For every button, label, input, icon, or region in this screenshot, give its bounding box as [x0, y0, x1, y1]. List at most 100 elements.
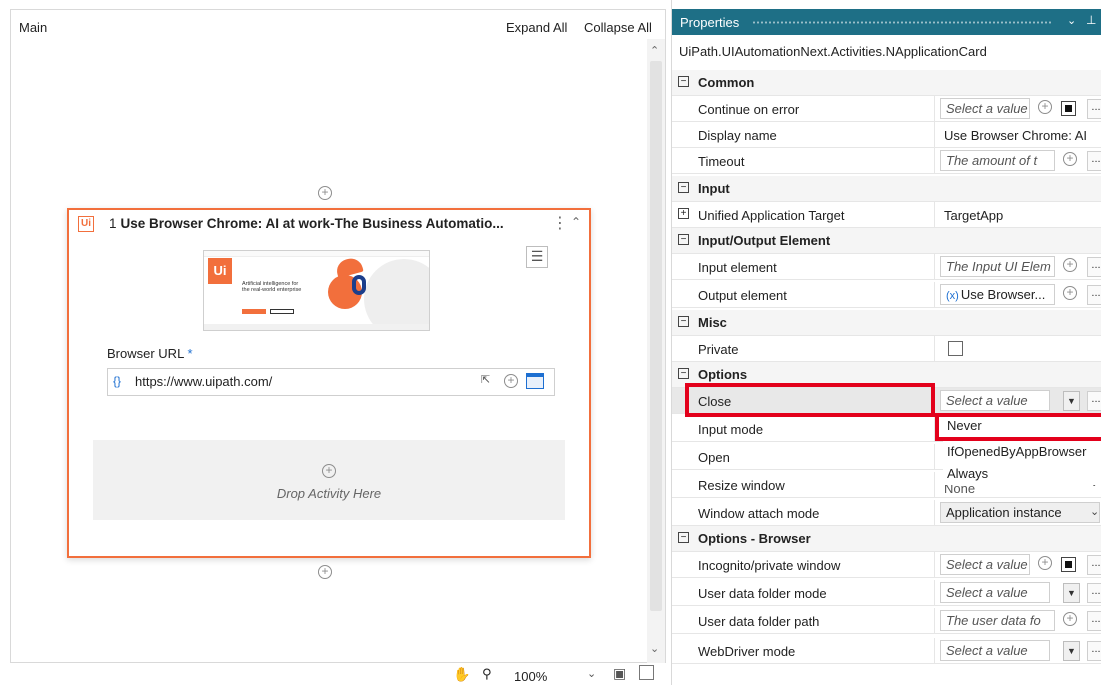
- add-activity-below-icon[interactable]: +: [318, 565, 332, 579]
- collapse-toggle-icon[interactable]: −: [678, 234, 689, 245]
- dropdown-arrow-icon[interactable]: ▼: [1063, 391, 1080, 411]
- add-variable-icon[interactable]: +: [1063, 612, 1077, 626]
- prop-name: Resize window: [698, 478, 785, 493]
- window-attach-mode-select[interactable]: Application instance: [940, 502, 1100, 523]
- prop-row-timeout[interactable]: Timeout The amount of t + ...: [672, 148, 1101, 174]
- collapse-toggle-icon[interactable]: −: [678, 316, 689, 327]
- divider: [934, 472, 935, 498]
- panel-options-icon[interactable]: ⌄: [1067, 14, 1076, 27]
- zoom-dropdown-icon[interactable]: ⌄: [587, 667, 596, 680]
- divider: [934, 122, 935, 148]
- ellipsis-button[interactable]: ...: [1087, 257, 1101, 277]
- user-data-folder-mode-select[interactable]: Select a value: [940, 582, 1050, 603]
- activity-header[interactable]: Ui 1 Use Browser Chrome: AI at work-The B…: [69, 210, 589, 240]
- webdriver-mode-select[interactable]: Select a value: [940, 640, 1050, 661]
- category-options-browser[interactable]: − Options - Browser: [672, 526, 1101, 552]
- activity-title: 1 Use Browser Chrome: AI at work-The Busi…: [109, 216, 504, 231]
- zoom-icon[interactable]: ⚲: [482, 666, 492, 682]
- prop-row-incognito[interactable]: Incognito/private window Select a value …: [672, 552, 1101, 578]
- hamburger-menu-icon[interactable]: ☰: [526, 246, 548, 268]
- timeout-input[interactable]: The amount of t: [940, 150, 1055, 171]
- prop-row-window-attach-mode[interactable]: Window attach mode Application instance …: [672, 500, 1101, 526]
- pin-icon[interactable]: ⊥: [1086, 13, 1096, 27]
- add-variable-icon[interactable]: +: [1038, 100, 1052, 114]
- literal-toggle-checkbox[interactable]: [1061, 101, 1076, 116]
- add-variable-icon[interactable]: +: [504, 374, 518, 388]
- unified-target-value[interactable]: TargetApp: [944, 208, 1101, 223]
- prop-row-continue-on-error[interactable]: Continue on error Select a value + ...: [672, 96, 1101, 122]
- private-checkbox[interactable]: [948, 341, 963, 356]
- ellipsis-button[interactable]: ...: [1087, 583, 1101, 603]
- prop-row-input-element[interactable]: Input element The Input UI Elem + ...: [672, 254, 1101, 280]
- prop-row-private[interactable]: Private: [672, 336, 1101, 362]
- dropdown-option-ifopenedbyappbrowser[interactable]: IfOpenedByAppBrowser: [947, 444, 1086, 459]
- category-label: Misc: [698, 315, 727, 330]
- ellipsis-button[interactable]: ...: [1087, 99, 1101, 119]
- highlight-never-option: [935, 413, 1101, 441]
- add-variable-icon[interactable]: +: [1063, 152, 1077, 166]
- dropdown-arrow-icon[interactable]: ▼: [1063, 583, 1080, 603]
- expand-editor-icon[interactable]: ⇱: [481, 373, 490, 386]
- browser-icon[interactable]: [526, 373, 544, 389]
- prop-row-user-data-folder-path[interactable]: User data folder path The user data fo +…: [672, 608, 1101, 634]
- browser-url-value[interactable]: https://www.uipath.com/: [135, 374, 272, 389]
- dropdown-option-always[interactable]: Always: [947, 466, 988, 481]
- collapse-toggle-icon[interactable]: −: [678, 532, 689, 543]
- prop-row-output-element[interactable]: Output element (x) Use Browser... + ...: [672, 282, 1101, 308]
- browser-screenshot-preview[interactable]: Ui Artificial intelligence for the real-…: [203, 250, 430, 331]
- ellipsis-button[interactable]: ...: [1087, 285, 1101, 305]
- ellipsis-button[interactable]: ...: [1087, 611, 1101, 631]
- ellipsis-button[interactable]: ...: [1087, 391, 1101, 411]
- close-select[interactable]: Select a value: [940, 390, 1050, 411]
- canvas-vertical-scrollbar[interactable]: ⌃ ⌄: [647, 39, 666, 663]
- prop-row-unified-target[interactable]: + Unified Application Target TargetApp: [672, 202, 1101, 228]
- add-variable-icon[interactable]: +: [1063, 286, 1077, 300]
- add-activity-above-icon[interactable]: +: [318, 186, 332, 200]
- prop-row-display-name[interactable]: Display name Use Browser Chrome: AI: [672, 122, 1101, 148]
- browser-url-input[interactable]: {} https://www.uipath.com/ ⇱ +: [107, 368, 555, 396]
- overview-icon[interactable]: [639, 665, 654, 680]
- collapse-toggle-icon[interactable]: −: [678, 368, 689, 379]
- collapse-all-button[interactable]: Collapse All: [584, 20, 652, 35]
- prop-row-user-data-folder-mode[interactable]: User data folder mode Select a value ▼ .…: [672, 580, 1101, 606]
- expand-all-button[interactable]: Expand All: [506, 20, 567, 35]
- output-element-input[interactable]: (x) Use Browser...: [940, 284, 1055, 305]
- prop-row-webdriver-mode[interactable]: WebDriver mode Select a value ▼ ...: [672, 638, 1101, 664]
- add-variable-icon[interactable]: +: [1038, 556, 1052, 570]
- category-misc[interactable]: − Misc: [672, 310, 1101, 336]
- collapse-activity-icon[interactable]: ⌃: [571, 215, 581, 229]
- divider: [934, 282, 935, 308]
- add-variable-icon[interactable]: +: [1063, 258, 1077, 272]
- dropdown-arrow-icon[interactable]: ⌄: [1090, 505, 1099, 518]
- uipath-logo-icon: Ui: [78, 216, 94, 232]
- scroll-up-icon[interactable]: ⌃: [650, 45, 659, 57]
- collapse-toggle-icon[interactable]: −: [678, 182, 689, 193]
- continue-on-error-input[interactable]: Select a value: [940, 98, 1030, 119]
- hand-pan-icon[interactable]: ✋: [453, 666, 470, 683]
- expand-toggle-icon[interactable]: +: [678, 208, 689, 219]
- variable-badge-icon: (x): [946, 290, 959, 302]
- display-name-value[interactable]: Use Browser Chrome: AI: [944, 128, 1101, 143]
- ellipsis-button[interactable]: ...: [1087, 151, 1101, 171]
- scroll-down-icon[interactable]: ⌄: [650, 643, 659, 655]
- collapse-toggle-icon[interactable]: −: [678, 76, 689, 87]
- category-input[interactable]: − Input: [672, 176, 1101, 202]
- user-data-folder-path-input[interactable]: The user data fo: [940, 610, 1055, 631]
- input-element-input[interactable]: The Input UI Elem: [940, 256, 1055, 277]
- use-browser-activity-card[interactable]: Ui 1 Use Browser Chrome: AI at work-The B…: [67, 208, 591, 558]
- incognito-input[interactable]: Select a value: [940, 554, 1030, 575]
- ellipsis-button[interactable]: ...: [1087, 641, 1101, 661]
- drop-activity-zone[interactable]: + Drop Activity Here: [93, 440, 565, 520]
- scroll-thumb[interactable]: [650, 61, 662, 611]
- properties-titlebar: Properties ⌄ ⊥: [672, 9, 1101, 35]
- category-common[interactable]: − Common: [672, 70, 1101, 96]
- fit-to-screen-icon[interactable]: ▣: [613, 665, 626, 682]
- ellipsis-button[interactable]: ...: [1087, 555, 1101, 575]
- add-activity-icon[interactable]: +: [322, 464, 336, 478]
- zoom-level[interactable]: 100%: [514, 669, 547, 684]
- category-input-output-element[interactable]: − Input/Output Element: [672, 228, 1101, 254]
- literal-toggle-checkbox[interactable]: [1061, 557, 1076, 572]
- dropdown-arrow-icon[interactable]: ▼: [1063, 641, 1080, 661]
- more-options-icon[interactable]: ⋮: [552, 213, 568, 233]
- titlebar-grip: [752, 21, 1052, 24]
